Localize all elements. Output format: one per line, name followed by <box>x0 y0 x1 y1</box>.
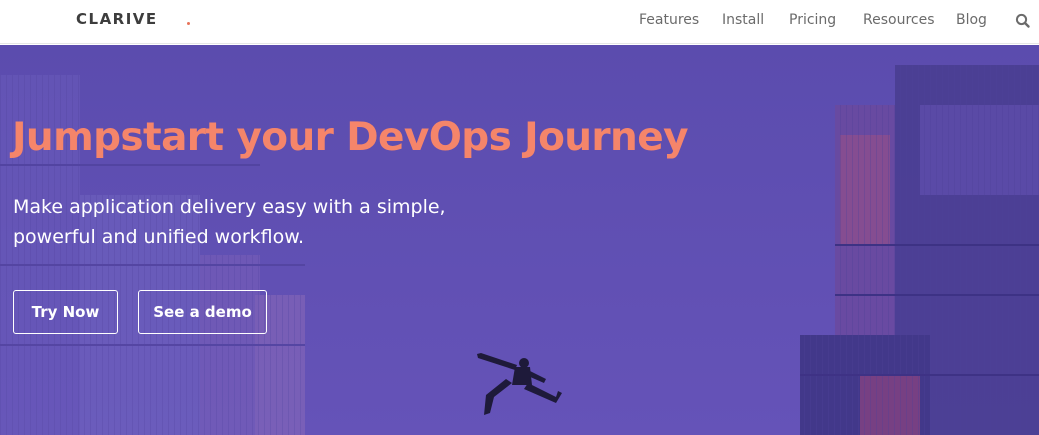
hero-subline-1: Make application delivery easy with a si… <box>13 196 446 218</box>
nav-item-install[interactable]: Install <box>722 12 764 28</box>
hero-headline: Jumpstart your DevOps Journey <box>12 115 689 160</box>
hero-section: Jumpstart your DevOps Journey Make appli… <box>0 45 1039 435</box>
nav-item-blog[interactable]: Blog <box>956 12 987 28</box>
nav-links: Features Install Pricing Resources Blog <box>0 12 1039 32</box>
try-now-button[interactable]: Try Now <box>13 290 118 334</box>
search-icon[interactable] <box>1014 12 1032 30</box>
top-navigation: CLARIVE Features Install Pricing Resourc… <box>0 0 1039 44</box>
see-demo-button[interactable]: See a demo <box>138 290 267 334</box>
nav-item-pricing[interactable]: Pricing <box>789 12 836 28</box>
nav-item-resources[interactable]: Resources <box>863 12 935 28</box>
nav-item-features[interactable]: Features <box>639 12 699 28</box>
hero-subline-2: powerful and unified workflow. <box>13 226 305 248</box>
